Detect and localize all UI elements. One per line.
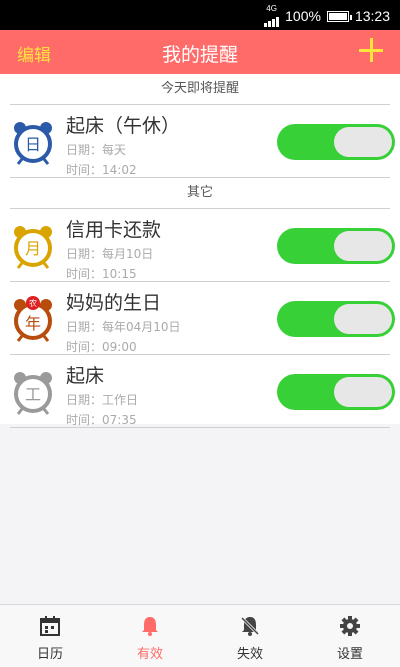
icon-char: 年 (25, 314, 41, 333)
reminder-date: 日期：每天 (66, 143, 127, 157)
reminder-list: 今天即将提醒 日 起床（午休） 日期：每天 时间：14:02 其它 月 信用卡还… (0, 74, 400, 428)
network-indicator: 4G (264, 4, 280, 27)
tab-label: 日历 (36, 647, 63, 662)
page-title: 我的提醒 (161, 44, 238, 66)
plus-icon[interactable] (356, 35, 386, 65)
network-type-label: 4G (266, 4, 277, 13)
reminder-toggle[interactable] (277, 374, 395, 410)
reminder-row[interactable]: 年 农 妈妈的生日 日期：每年04月10日 时间：09:00 (10, 282, 395, 355)
gear-icon (340, 616, 360, 636)
app-header: 编辑 我的提醒 (0, 30, 400, 74)
bottom-tab-bar: 日历 有效 失效 设置 (0, 604, 400, 667)
icon-char: 日 (25, 135, 41, 154)
toggle-knob[interactable] (334, 127, 392, 157)
toggle-knob[interactable] (334, 304, 392, 334)
reminder-date: 日期：每月10日 (66, 247, 154, 261)
lunar-badge: 农 (29, 298, 37, 308)
alarm-clock-icon: 日 (14, 122, 52, 165)
reminder-row[interactable]: 工 起床 日期：工作日 时间：07:35 (10, 355, 395, 428)
section-header-other: 其它 (10, 178, 390, 209)
battery-icon (326, 10, 352, 22)
reminder-name: 信用卡还款 (66, 219, 162, 241)
alarm-clock-icon: 月 (14, 226, 52, 269)
tab-active[interactable]: 有效 (100, 605, 200, 667)
tab-label: 设置 (336, 647, 363, 662)
reminder-name: 起床 (66, 365, 105, 387)
status-bar: 4G 100% 13:23 (0, 0, 400, 30)
reminder-toggle[interactable] (277, 301, 395, 337)
tab-expired[interactable]: 失效 (200, 605, 300, 667)
reminder-row[interactable]: 日 起床（午休） 日期：每天 时间：14:02 (10, 105, 395, 178)
section-header-today: 今天即将提醒 (10, 74, 390, 105)
reminder-date: 日期：每年04月10日 (66, 320, 181, 334)
bell-icon (142, 617, 158, 636)
tab-calendar[interactable]: 日历 (0, 605, 100, 667)
reminder-row[interactable]: 月 信用卡还款 日期：每月10日 时间：10:15 (10, 209, 395, 282)
reminder-time: 时间：10:15 (66, 267, 137, 281)
reminder-time: 时间：07:35 (66, 413, 137, 427)
alarm-clock-icon: 年 农 (14, 296, 52, 342)
reminder-name: 妈妈的生日 (66, 292, 162, 314)
toggle-knob[interactable] (334, 377, 392, 407)
reminder-date: 日期：工作日 (66, 393, 139, 407)
reminder-toggle[interactable] (277, 124, 395, 160)
toggle-knob[interactable] (334, 231, 392, 261)
icon-char: 月 (25, 239, 41, 258)
reminder-name: 起床（午休） (66, 115, 181, 137)
clock: 13:23 (354, 8, 390, 24)
calendar-icon (40, 616, 60, 636)
icon-char: 工 (25, 385, 41, 404)
tab-label: 有效 (136, 647, 163, 662)
battery-percent: 100% (285, 8, 321, 24)
reminder-time: 时间：09:00 (66, 340, 137, 354)
tab-label: 失效 (236, 647, 263, 662)
reminder-toggle[interactable] (277, 228, 395, 264)
tab-settings[interactable]: 设置 (300, 605, 400, 667)
bell-off-icon (240, 616, 260, 636)
signal-icon (264, 13, 280, 27)
reminder-time: 时间：14:02 (66, 163, 137, 177)
alarm-clock-icon: 工 (14, 372, 52, 415)
